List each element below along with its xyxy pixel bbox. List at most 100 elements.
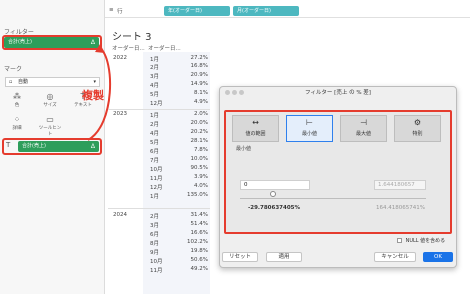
table-row-month: 12月 (150, 185, 163, 191)
color-icon: ⁂ (13, 92, 21, 101)
tab-range-label: 値の範囲 (245, 131, 266, 137)
table-row-month: 11月 (150, 176, 163, 182)
range-max-value: 164.418065741% (376, 205, 425, 211)
detail-icon: ⁘ (13, 115, 21, 124)
rows-shelf: ≡ 行 年(オーダー日) 月(オーダー日) (105, 5, 470, 18)
size-icon: ◎ (46, 92, 54, 101)
close-icon[interactable] (225, 90, 230, 95)
table-row-value: 10.0% (190, 156, 208, 162)
table-row-value: 135.0% (187, 192, 208, 198)
detail-button[interactable]: ⁘ 詳細 (4, 115, 30, 135)
table-row-month: 2月 (150, 214, 159, 220)
year-divider (108, 208, 210, 209)
table-row-value: 50.6% (190, 257, 208, 263)
table-row-value: 3.9% (194, 174, 208, 180)
table-row-value: 20.9% (190, 72, 208, 78)
table-row-month: 5月 (150, 140, 159, 146)
year-label: 2024 (113, 212, 127, 218)
slider-handle[interactable] (270, 191, 276, 197)
table-row-value: 102.2% (187, 239, 208, 245)
apply-button[interactable]: 適用 (266, 252, 302, 262)
table-row-month: 4月 (150, 131, 159, 137)
table-row-month: 8月 (150, 241, 159, 247)
min-icon: ⊢ (306, 118, 313, 127)
tab-special[interactable]: ⚙ 特別 (394, 115, 441, 142)
tooltip-button[interactable]: ▭ ツールヒント (37, 115, 63, 137)
rows-label: 行 (117, 9, 123, 15)
tab-range[interactable]: ↔ 値の範囲 (232, 115, 279, 142)
table-row-month: 6月 (150, 232, 159, 238)
year-pill-label: 年(オーダー日) (168, 8, 202, 14)
detail-label: 詳細 (12, 126, 22, 131)
year-label: 2022 (113, 55, 127, 61)
tab-at-least[interactable]: ⊢ 最小値 (286, 115, 333, 142)
size-button[interactable]: ◎ サイズ (37, 92, 63, 112)
minimize-icon[interactable] (232, 90, 237, 95)
table-row-month: 7月 (150, 158, 159, 164)
table-row-month: 10月 (150, 259, 163, 265)
table-row-month: 5月 (150, 92, 159, 98)
table-row-month: 2月 (150, 65, 159, 71)
sheet-title: シート 3 (112, 32, 152, 43)
color-label: 色 (14, 103, 20, 108)
copy-annotation: 複製 (82, 89, 104, 102)
min-value-label: 最小値 (236, 146, 252, 152)
table-row-month: 1月 (150, 194, 159, 200)
table-row-month: 3月 (150, 223, 159, 229)
table-row-value: 20.2% (190, 129, 208, 135)
table-row-value: 16.6% (190, 230, 208, 236)
ok-button[interactable]: OK (423, 252, 453, 262)
table-row-month: 9月 (150, 250, 159, 256)
tooltip-icon: ▭ (46, 115, 54, 124)
table-row-month: 12月 (150, 101, 163, 107)
tab-special-label: 特別 (412, 131, 423, 137)
dialog-title: フィルター [売上 の % 差] (305, 90, 371, 96)
include-null-checkbox[interactable]: NULL 値を含める (397, 237, 445, 244)
table-row-value: 27.2% (190, 55, 208, 61)
size-label: サイズ (43, 103, 57, 108)
table-row-month: 6月 (150, 149, 159, 155)
column-header-month[interactable]: オーダー日... (148, 44, 181, 52)
marks-title: マーク (4, 66, 23, 73)
reset-button[interactable]: リセット (222, 252, 258, 262)
table-row-month: 3月 (150, 74, 159, 80)
checkbox-icon[interactable] (397, 238, 402, 243)
rows-icon: ≡ (109, 7, 114, 13)
table-row-value: 4.9% (194, 99, 208, 105)
table-row-value: 4.0% (194, 183, 208, 189)
tab-at-most[interactable]: ⊣ 最大値 (340, 115, 387, 142)
table-row-value: 8.1% (194, 90, 208, 96)
year-label: 2023 (113, 111, 127, 117)
table-row-value: 2.0% (194, 111, 208, 117)
year-pill[interactable]: 年(オーダー日) (164, 6, 230, 16)
table-row-value: 7.8% (194, 147, 208, 153)
mark-type-icon: ▫ (9, 79, 13, 85)
table-row-value: 20.0% (190, 120, 208, 126)
month-pill[interactable]: 月(オーダー日) (233, 6, 299, 16)
color-button[interactable]: ⁂ 色 (4, 92, 30, 112)
special-icon: ⚙ (413, 118, 422, 127)
tooltip-label: ツールヒント (38, 126, 62, 137)
table-row-value: 14.9% (190, 81, 208, 87)
min-value-input[interactable]: 0 (240, 180, 310, 190)
table-row-month: 10月 (150, 167, 163, 173)
table-row-value: 49.2% (190, 266, 208, 272)
zoom-icon[interactable] (239, 90, 244, 95)
include-null-label: NULL 値を含める (405, 238, 446, 244)
range-slider-track[interactable] (240, 198, 426, 199)
column-header-year[interactable]: オーダー日... (112, 44, 145, 52)
table-row-month: 2月 (150, 122, 159, 128)
cancel-button[interactable]: キャンセル (374, 252, 416, 262)
table-row-value: 51.4% (190, 221, 208, 227)
table-row-month: 1月 (150, 57, 159, 63)
table-row-value: 19.8% (190, 248, 208, 254)
range-icon: ↔ (252, 118, 259, 127)
table-row-value: 16.8% (190, 63, 208, 69)
range-min-value: -29.780637405% (248, 205, 300, 211)
marks-type-label: 自動 (18, 79, 29, 85)
max-icon: ⊣ (360, 118, 367, 127)
table-row-month: 1月 (150, 113, 159, 119)
max-value-input[interactable]: 1.644180657 (374, 180, 426, 190)
tab-max-label: 最大値 (355, 131, 371, 137)
tab-min-label: 最小値 (301, 131, 317, 137)
